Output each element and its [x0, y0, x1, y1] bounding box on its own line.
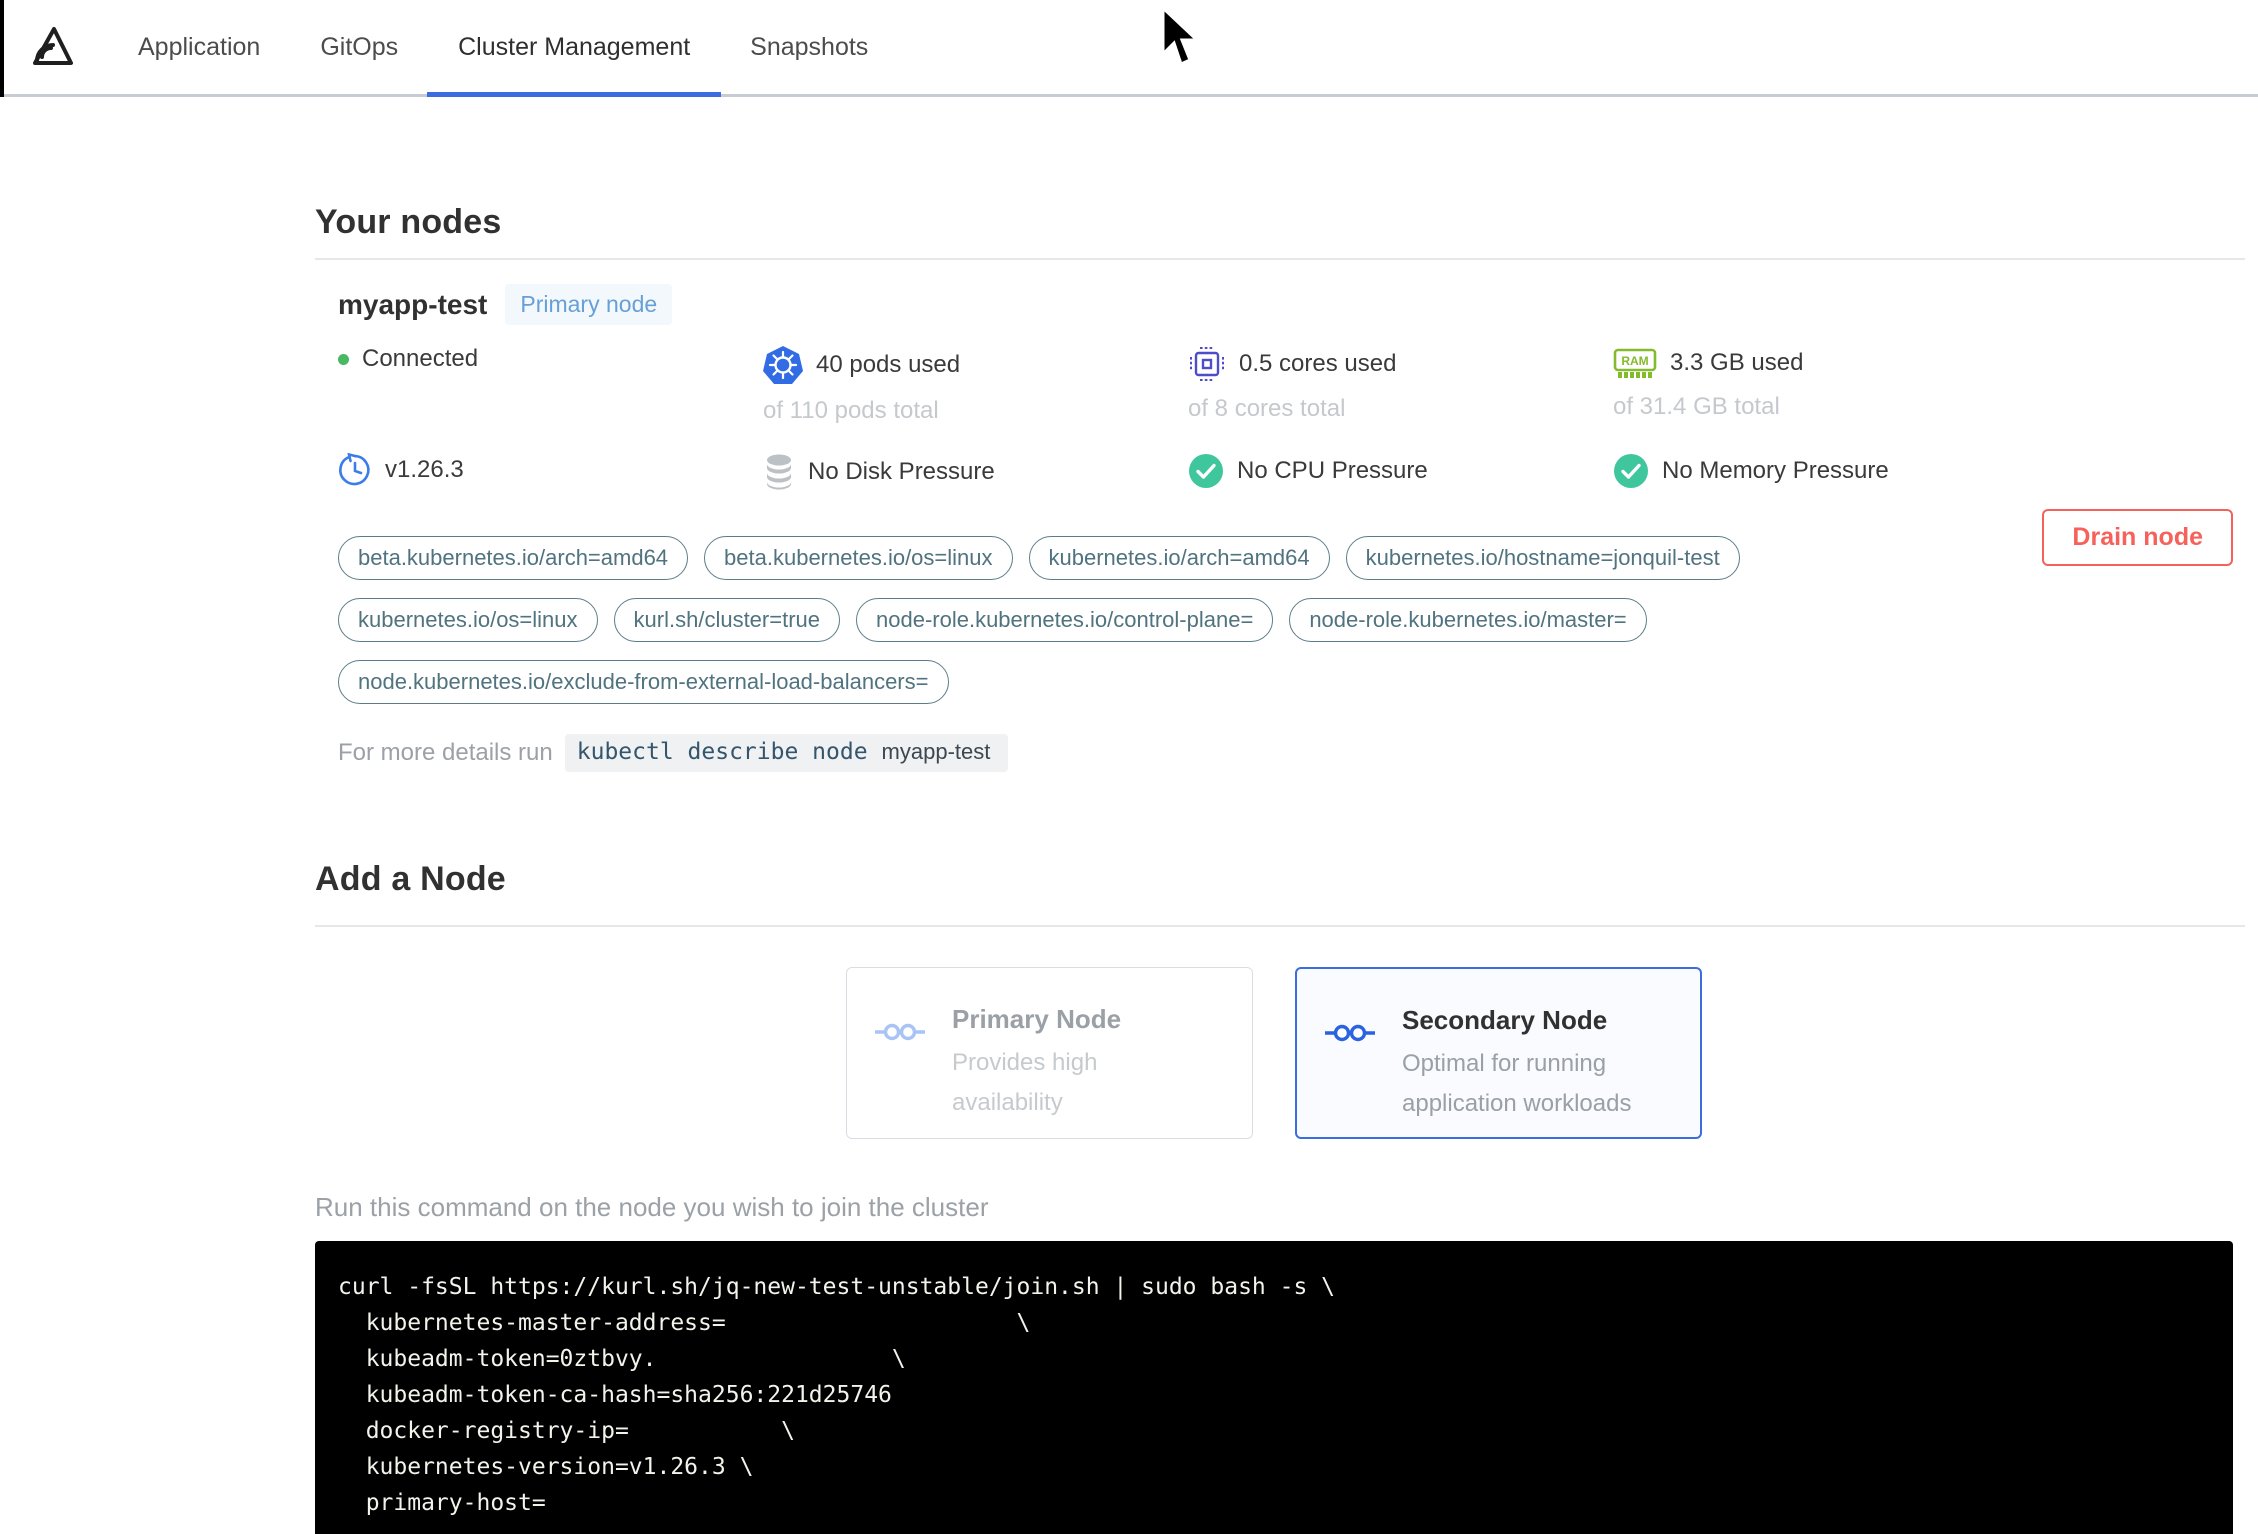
window-left-border [0, 0, 4, 97]
check-circle-icon [1188, 453, 1224, 489]
join-command-block: curl -fsSL https://kurl.sh/jq-new-test-u… [315, 1241, 2233, 1534]
svg-text:RAM: RAM [1621, 354, 1648, 368]
node-label-pill: node-role.kubernetes.io/master= [1289, 598, 1647, 642]
node-label-pill: beta.kubernetes.io/arch=amd64 [338, 536, 689, 580]
connected-dot-icon [338, 353, 349, 365]
cores-stat: 0.5 cores used of 8 cores total [1188, 345, 1613, 425]
node-labels: beta.kubernetes.io/arch=amd64 beta.kubern… [338, 536, 1898, 704]
node-type-card[interactable]: Primary Node Provides high availability [846, 967, 1253, 1139]
join-command-line: primary-host= [338, 1490, 546, 1516]
ram-icon: RAM [1613, 345, 1657, 381]
kubernetes-icon [763, 345, 803, 385]
app-logo[interactable] [0, 0, 138, 94]
nav-tab[interactable]: Snapshots [750, 0, 868, 94]
node-label-pill: node.kubernetes.io/exclude-from-external… [338, 660, 949, 704]
node-status-label: Connected [362, 345, 479, 372]
your-nodes-section: Your nodes myapp-test Primary node Conne… [315, 203, 2245, 772]
node-type-cards: Primary Node Provides high availability … [315, 967, 2233, 1139]
section-divider [315, 925, 2245, 927]
join-command-line: kubeadm-token=0ztbvy. \ [338, 1346, 906, 1372]
memory-used-label: 3.3 GB used [1670, 349, 1804, 376]
drain-node-button[interactable]: Drain node [2042, 509, 2233, 566]
cpu-pressure-label: No CPU Pressure [1237, 457, 1428, 484]
node-status: Connected [338, 345, 763, 425]
node-rings-icon [1325, 1024, 1375, 1042]
describe-command-chip: kubectl describe node myapp-test [564, 734, 1009, 772]
node-type-title: Primary Node [952, 1004, 1122, 1034]
check-circle-icon [1613, 453, 1649, 489]
node-label-pill: node-role.kubernetes.io/control-plane= [856, 598, 1274, 642]
memory-pressure: No Memory Pressure [1613, 453, 2233, 491]
describe-command: kubectl describe node [576, 739, 868, 765]
node-label-pill: beta.kubernetes.io/os=linux [704, 536, 1013, 580]
pods-stat: 40 pods used of 110 pods total [763, 345, 1188, 425]
node-type-description: Provides high availability [952, 1049, 1098, 1116]
pods-total-label: of 110 pods total [763, 397, 939, 424]
node-version: v1.26.3 [338, 453, 763, 491]
top-navbar: Application GitOps Cluster Management Snaps… [0, 0, 2258, 97]
node-type-card[interactable]: Secondary Node Optimal for running appli… [1295, 967, 1702, 1139]
nav-tab[interactable]: Cluster Management [427, 0, 722, 97]
node-type-title: Secondary Node [1402, 1005, 1608, 1035]
cores-used-label: 0.5 cores used [1239, 350, 1397, 377]
join-instruction: Run this command on the node you wish to… [315, 1192, 989, 1222]
cpu-icon [1188, 345, 1226, 383]
your-nodes-title: Your nodes [315, 203, 502, 241]
add-node-section: Add a Node Primary Node Provides high av… [315, 860, 2245, 1534]
join-command-line: kubernetes-master-address= \ [338, 1310, 1031, 1336]
node-label-pill: kubernetes.io/os=linux [338, 598, 598, 642]
nav-tab[interactable]: Application [138, 0, 260, 94]
memory-total-label: of 31.4 GB total [1613, 393, 1780, 420]
disk-pressure-label: No Disk Pressure [808, 458, 995, 485]
node-panel: myapp-test Primary node Connected 40 pod… [315, 284, 2233, 772]
memory-stat: RAM 3.3 GB used of 31.4 GB total [1613, 345, 2233, 425]
nav-tabs: Application GitOps Cluster Management Snaps… [138, 0, 868, 97]
node-type-description: Optimal for running application workload… [1402, 1050, 1632, 1117]
join-command-line: kubeadm-token-ca-hash=sha256:221d25746 [338, 1382, 892, 1408]
node-label-pill: kubernetes.io/arch=amd64 [1028, 536, 1330, 580]
node-version-label: v1.26.3 [385, 456, 464, 483]
disk-pressure: No Disk Pressure [763, 453, 1188, 491]
memory-pressure-label: No Memory Pressure [1662, 457, 1889, 484]
nav-tab[interactable]: GitOps [320, 0, 398, 94]
join-command-line: curl -fsSL https://kurl.sh/jq-new-test-u… [338, 1274, 1335, 1300]
pods-used-label: 40 pods used [816, 351, 961, 378]
cpu-pressure: No CPU Pressure [1188, 453, 1613, 491]
version-icon [338, 453, 372, 487]
kurl-logo-icon [33, 27, 73, 65]
disk-icon [763, 453, 795, 491]
node-stats: Connected 40 pods used of 110 pods total… [338, 345, 2233, 491]
node-rings-icon [875, 1023, 925, 1041]
node-label-pill: kurl.sh/cluster=true [613, 598, 840, 642]
describe-command-node: myapp-test [881, 739, 991, 764]
details-prefix: For more details run [338, 739, 553, 766]
section-divider [315, 258, 2245, 260]
node-name: myapp-test [338, 288, 488, 320]
cores-total-label: of 8 cores total [1188, 395, 1346, 422]
node-label-pill: kubernetes.io/hostname=jonquil-test [1345, 536, 1740, 580]
details-line: For more details run kubectl describe no… [338, 734, 2233, 772]
primary-node-badge: Primary node [505, 284, 673, 325]
join-command-line: kubernetes-version=v1.26.3 \ [338, 1454, 754, 1480]
join-command-line: docker-registry-ip= \ [338, 1418, 795, 1444]
add-node-title: Add a Node [315, 860, 506, 898]
